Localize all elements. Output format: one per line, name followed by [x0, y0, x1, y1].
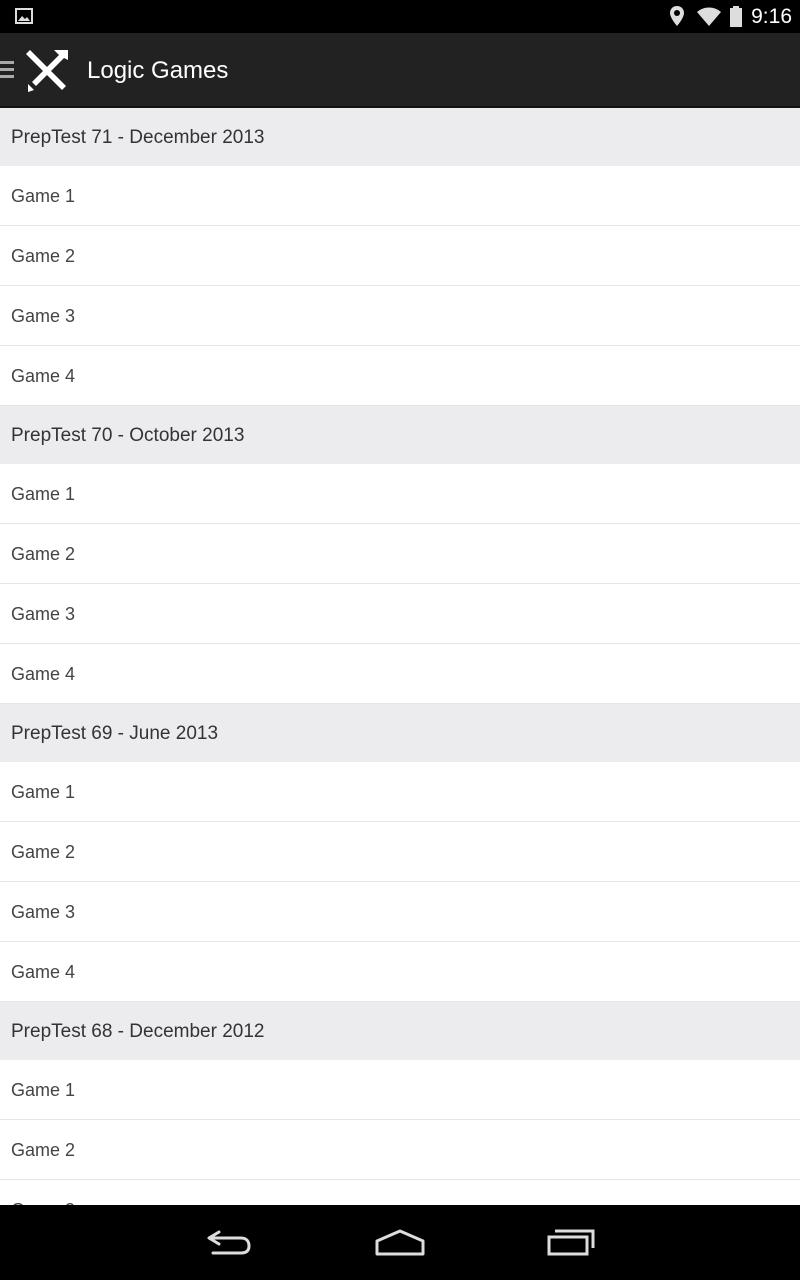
section-header: PrepTest 71 - December 2013 [0, 108, 800, 166]
location-icon [669, 5, 685, 32]
list-item[interactable]: Game 3 [0, 286, 800, 346]
section-header: PrepTest 68 - December 2012 [0, 1002, 800, 1060]
home-icon[interactable] [374, 1229, 426, 1262]
list-item[interactable]: Game 3 [0, 584, 800, 644]
gallery-icon [15, 8, 33, 29]
section-header: PrepTest 70 - October 2013 [0, 406, 800, 464]
list-item[interactable]: Game 2 [0, 524, 800, 584]
game-list: PrepTest 71 - December 2013 Game 1 Game … [0, 108, 800, 1205]
list-item[interactable]: Game 1 [0, 762, 800, 822]
list-item[interactable]: Game 1 [0, 464, 800, 524]
app-title: Logic Games [87, 57, 229, 84]
menu-icon[interactable] [0, 61, 14, 86]
list-item[interactable]: Game 1 [0, 1060, 800, 1120]
list-item[interactable]: Game 4 [0, 942, 800, 1002]
navigation-bar [0, 1205, 800, 1280]
app-logo-icon[interactable] [24, 46, 72, 99]
back-icon[interactable] [205, 1229, 253, 1262]
status-clock: 9:16 [751, 5, 792, 28]
list-item[interactable]: Game 2 [0, 1120, 800, 1180]
recents-icon[interactable] [546, 1227, 596, 1262]
section-header: PrepTest 69 - June 2013 [0, 704, 800, 762]
list-item[interactable]: Game 4 [0, 644, 800, 704]
status-bar: 9:16 [0, 0, 800, 33]
list-item[interactable]: Game 1 [0, 166, 800, 226]
wifi-icon [696, 7, 722, 32]
action-bar: Logic Games [0, 33, 800, 108]
list-item[interactable]: Game 4 [0, 346, 800, 406]
list-item[interactable]: Game 2 [0, 226, 800, 286]
list-item[interactable]: Game 3 [0, 882, 800, 942]
list-item[interactable]: Game 2 [0, 822, 800, 882]
battery-icon [729, 6, 743, 33]
list-item[interactable]: Game 3 [0, 1180, 800, 1205]
